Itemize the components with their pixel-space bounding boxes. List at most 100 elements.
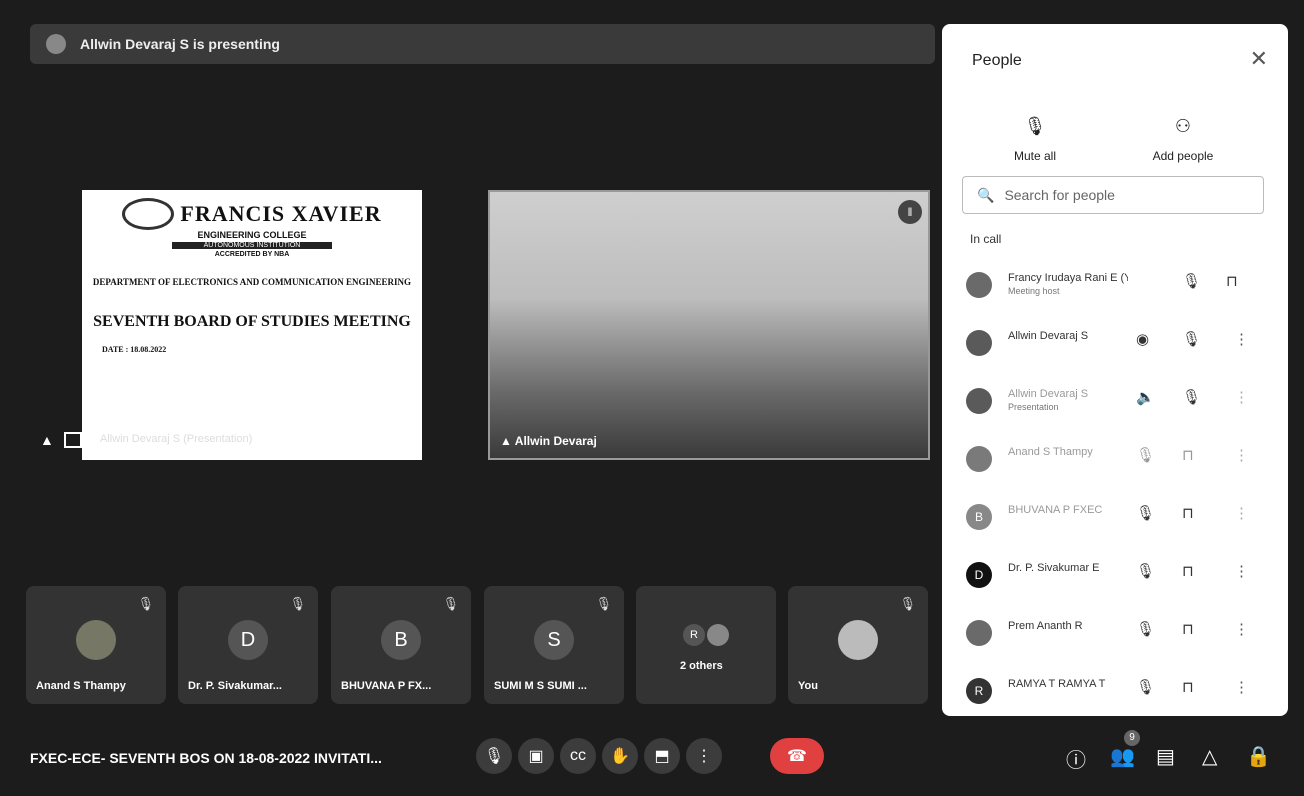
- more-options-icon[interactable]: ⋮: [1234, 562, 1249, 580]
- mute-all-button[interactable]: 🎙 Mute all: [980, 116, 1090, 163]
- presentation-caption: Allwin Devaraj S (Presentation): [100, 433, 253, 445]
- avatar: [966, 620, 992, 646]
- mic-off-icon: 🎙: [1136, 621, 1156, 638]
- college-emblem-icon: [122, 198, 175, 230]
- mic-off-icon: 🎙: [442, 596, 459, 611]
- avatar: [966, 446, 992, 472]
- more-options-icon[interactable]: ⋮: [1234, 446, 1249, 464]
- avatar: B: [381, 620, 421, 660]
- close-icon[interactable]: ✕: [1250, 46, 1268, 72]
- people-panel: People ✕ 🎙 Mute all ⚇ Add people 🔍 Searc…: [942, 24, 1288, 716]
- search-input[interactable]: 🔍 Search for people: [962, 176, 1264, 214]
- department-text: DEPARTMENT OF ELECTRONICS AND COMMUNICAT…: [92, 277, 412, 287]
- present-button[interactable]: ⬒: [644, 738, 680, 774]
- self-tile[interactable]: 🎙 You: [788, 586, 928, 704]
- avatar: D: [228, 620, 268, 660]
- mute-all-label: Mute all: [1013, 149, 1057, 163]
- college-name: FRANCIS XAVIER: [180, 201, 382, 226]
- avatar: R: [683, 624, 705, 646]
- add-people-button[interactable]: ⚇ Add people: [1128, 116, 1238, 163]
- leave-call-button[interactable]: ☎: [770, 738, 824, 774]
- participant-tile[interactable]: 🎙 B BHUVANA P FX...: [331, 586, 471, 704]
- presenting-icon: ◉: [1136, 331, 1150, 348]
- mic-off-icon: 🎙: [1182, 331, 1202, 348]
- avatar: [966, 272, 992, 298]
- search-icon: 🔍: [977, 186, 995, 203]
- pin-icon[interactable]: ▲: [40, 432, 54, 448]
- pin-icon[interactable]: ⊓: [1182, 446, 1194, 464]
- avatar: [838, 620, 878, 660]
- mic-off-icon: 🎙: [289, 596, 306, 611]
- participant-tile[interactable]: 🎙 S SUMI M S SUMI ...: [484, 586, 624, 704]
- participant-name: Dr. P. Sivakumar...: [188, 680, 282, 692]
- participant-row[interactable]: R RAMYA T RAMYA T 🎙 ⊓ ⋮: [942, 670, 1288, 718]
- search-placeholder: Search for people: [1004, 187, 1115, 203]
- avatar: [966, 388, 992, 414]
- participant-name: SUMI M S SUMI ...: [494, 680, 587, 692]
- avatar: D: [966, 562, 992, 588]
- participant-name: Dr. P. Sivakumar E: [1008, 562, 1100, 574]
- participant-name: BHUVANA P FXEC: [1008, 504, 1103, 516]
- participant-row[interactable]: Anand S Thampy 🎙 ⊓ ⋮: [942, 438, 1288, 486]
- present-icon: [64, 432, 82, 448]
- mic-off-icon: 🎙: [595, 596, 612, 611]
- more-options-icon[interactable]: ⋮: [1234, 388, 1249, 406]
- meeting-title: FXEC-ECE- SEVENTH BOS ON 18-08-2022 INVI…: [30, 750, 382, 766]
- info-icon[interactable]: ⓘ: [1066, 744, 1086, 773]
- raise-hand-button[interactable]: ✋: [602, 738, 638, 774]
- video-caption: Allwin Devaraj: [514, 434, 597, 448]
- pin-icon[interactable]: ⊓: [1226, 272, 1238, 290]
- participant-tile[interactable]: 🎙 D Dr. P. Sivakumar...: [178, 586, 318, 704]
- speaker-video-tile[interactable]: ǁ ▲ Allwin Devaraj: [488, 190, 930, 460]
- participant-tile[interactable]: 🎙 Anand S Thampy: [26, 586, 166, 704]
- pin-icon[interactable]: ⊓: [1182, 562, 1194, 580]
- people-icon[interactable]: 👥: [1110, 744, 1135, 769]
- participant-row[interactable]: Allwin Devaraj S Presentation 🔈 🎙 ⋮: [942, 380, 1288, 428]
- participant-name: Prem Ananth R: [1008, 620, 1083, 632]
- slide-title: SEVENTH BOARD OF STUDIES MEETING: [93, 313, 411, 330]
- presentation-tile[interactable]: FRANCIS XAVIER ENGINEERING COLLEGE AUTON…: [82, 190, 422, 460]
- more-options-icon[interactable]: ⋮: [1234, 504, 1249, 522]
- participant-row[interactable]: Francy Irudaya Rani E (You) Meeting host…: [942, 264, 1288, 312]
- mic-off-icon: 🎙: [1136, 447, 1156, 464]
- more-options-icon[interactable]: ⋮: [1234, 678, 1249, 696]
- host-controls-icon[interactable]: 🔒: [1246, 744, 1271, 769]
- speaking-indicator-icon: ǁ: [898, 200, 922, 224]
- mic-off-icon: 🎙: [1182, 389, 1202, 406]
- presenting-text: Allwin Devaraj S is presenting: [80, 36, 280, 52]
- avatar: [966, 330, 992, 356]
- participant-row[interactable]: Allwin Devaraj S ◉ 🎙 ⋮: [942, 322, 1288, 370]
- captions-button[interactable]: cc: [560, 738, 596, 774]
- pin-icon[interactable]: ⊓: [1182, 678, 1194, 696]
- participant-name: RAMYA T RAMYA T: [1008, 678, 1106, 690]
- participant-name: BHUVANA P FX...: [341, 680, 432, 692]
- avatar: B: [966, 504, 992, 530]
- avatar: [76, 620, 116, 660]
- panel-title: People: [972, 52, 1022, 69]
- participant-name: Allwin Devaraj S: [1008, 388, 1089, 400]
- mic-toggle-button[interactable]: 🎙: [476, 738, 512, 774]
- others-tile[interactable]: R 2 others: [636, 586, 776, 704]
- more-options-icon[interactable]: ⋮: [1234, 620, 1249, 638]
- chat-icon[interactable]: ▤: [1156, 744, 1175, 769]
- in-call-label: In call: [970, 232, 1002, 246]
- participant-row[interactable]: Prem Ananth R 🎙 ⊓ ⋮: [942, 612, 1288, 660]
- mic-off-icon: 🎙: [1182, 273, 1202, 290]
- participant-row[interactable]: B BHUVANA P FXEC 🎙 ⊓ ⋮: [942, 496, 1288, 544]
- activities-icon[interactable]: △: [1202, 744, 1217, 769]
- camera-toggle-button[interactable]: ▣: [518, 738, 554, 774]
- college-logo: FRANCIS XAVIER: [82, 198, 422, 230]
- avatar: [707, 624, 729, 646]
- college-band: AUTONOMOUS INSTITUTION: [172, 242, 332, 249]
- presenting-banner: Allwin Devaraj S is presenting: [30, 24, 935, 64]
- pin-icon[interactable]: ⊓: [1182, 620, 1194, 638]
- participant-row[interactable]: D Dr. P. Sivakumar E 🎙 ⊓ ⋮: [942, 554, 1288, 602]
- mic-off-icon: 🎙: [1136, 505, 1156, 522]
- mic-off-icon: 🎙: [1023, 116, 1047, 136]
- pin-icon[interactable]: ⊓: [1182, 504, 1194, 522]
- more-options-button[interactable]: ⋮: [686, 738, 722, 774]
- pin-icon[interactable]: ▲: [500, 434, 512, 448]
- avatar: R: [966, 678, 992, 704]
- college-subtitle: ENGINEERING COLLEGE: [197, 230, 307, 240]
- more-options-icon[interactable]: ⋮: [1234, 330, 1249, 348]
